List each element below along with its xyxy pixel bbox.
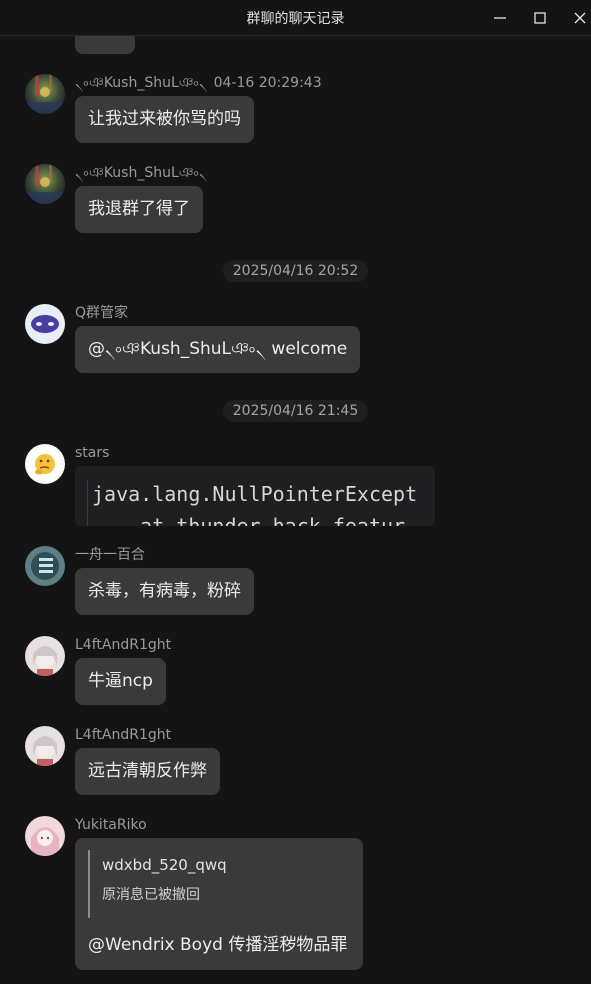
avatar-image: [25, 74, 65, 114]
code-line: java.lang.NullPointerExcept: [92, 482, 418, 506]
sender-name: ৲৹ঞKush_ShuLঞ৹৲: [75, 165, 208, 181]
message-bubble[interactable]: 牛逼ncp: [75, 658, 166, 705]
chat-history-window: 群聊的聊天记录 得了: [0, 0, 591, 984]
message-text: 牛逼ncp: [88, 671, 153, 691]
window-title: 群聊的聊天记录: [246, 10, 345, 27]
bot-avatar-icon: [25, 304, 65, 344]
time-divider-label: 2025/04/16 20:52: [222, 260, 369, 282]
avatar-image: [25, 546, 65, 586]
code-message-bubble[interactable]: java.lang.NullPointerExcept at thunder.h…: [75, 466, 435, 526]
minimize-icon: [494, 17, 506, 19]
avatar[interactable]: [25, 74, 65, 114]
sender-name: stars: [75, 445, 110, 461]
close-icon: [574, 12, 586, 24]
time-divider: 2025/04/16 21:45: [0, 400, 591, 422]
maximize-icon: [534, 12, 546, 24]
quoted-sender: wdxbd_520_qwq: [102, 856, 227, 874]
message-text: 杀毒，有病毒，粉碎: [88, 581, 241, 601]
message-text: 远古清朝反作弊: [88, 761, 207, 781]
avatar-image: [25, 726, 65, 766]
minimize-button[interactable]: [480, 0, 520, 36]
avatar-image: [25, 816, 65, 856]
message-bubble[interactable]: 得了: [75, 36, 135, 54]
message-bubble[interactable]: 远古清朝反作弊: [75, 748, 220, 795]
close-button[interactable]: [560, 0, 591, 36]
sender-name: Q群管家: [75, 305, 129, 321]
avatar[interactable]: [25, 636, 65, 676]
quoted-text: 原消息已被撤回: [102, 887, 200, 903]
sender-name: YukitaRiko: [75, 817, 147, 833]
reply-message-bubble[interactable]: wdxbd_520_qwq 原消息已被撤回 @Wendrix Boyd 传播淫秽…: [75, 838, 363, 970]
sender-label: ৲৹ঞKush_ShuLঞ৹৲: [75, 75, 208, 91]
message-time: 04-16 20:29:43: [213, 75, 322, 91]
message-text: @Wendrix Boyd 传播淫秽物品罪: [88, 935, 348, 955]
sender-name: ৲৹ঞKush_ShuLঞ৹৲ 04-16 20:29:43: [75, 74, 322, 92]
maximize-button[interactable]: [520, 0, 560, 36]
avatar[interactable]: [25, 726, 65, 766]
quoted-message[interactable]: wdxbd_520_qwq 原消息已被撤回: [88, 850, 348, 918]
code-line: at thunder.hack.featur: [92, 514, 406, 526]
avatar[interactable]: [25, 304, 65, 344]
sender-name: L4ftAndR1ght: [75, 727, 172, 743]
message-text: 让我过来被你骂的吗: [88, 109, 241, 129]
avatar-image: [25, 636, 65, 676]
avatar[interactable]: [25, 816, 65, 856]
message-bubble[interactable]: @৲৹ঞKush_ShuLঞ৹৲ welcome: [75, 326, 361, 373]
sender-name: L4ftAndR1ght: [75, 637, 172, 653]
code-gutter: [87, 480, 88, 526]
title-bar: 群聊的聊天记录: [0, 0, 591, 36]
message-text: 我退群了得了: [88, 199, 190, 219]
message-bubble[interactable]: 我退群了得了: [75, 186, 203, 233]
message-list[interactable]: 得了 ৲৹ঞKush_ShuLঞ৹৲ 04-16 20:29:43 让我过来被你骂…: [0, 36, 591, 984]
thinking-emoji-icon: [25, 444, 65, 484]
avatar[interactable]: [25, 444, 65, 484]
message-bubble[interactable]: 杀毒，有病毒，粉碎: [75, 568, 254, 615]
sender-name: 一舟一百合: [75, 547, 145, 563]
avatar[interactable]: [25, 546, 65, 586]
avatar-image: [25, 164, 65, 204]
message-text: @৲৹ঞKush_ShuLঞ৹৲ welcome: [88, 339, 348, 359]
time-divider: 2025/04/16 20:52: [0, 260, 591, 282]
message-bubble[interactable]: 让我过来被你骂的吗: [75, 96, 254, 143]
time-divider-label: 2025/04/16 21:45: [222, 400, 369, 422]
avatar[interactable]: [25, 164, 65, 204]
